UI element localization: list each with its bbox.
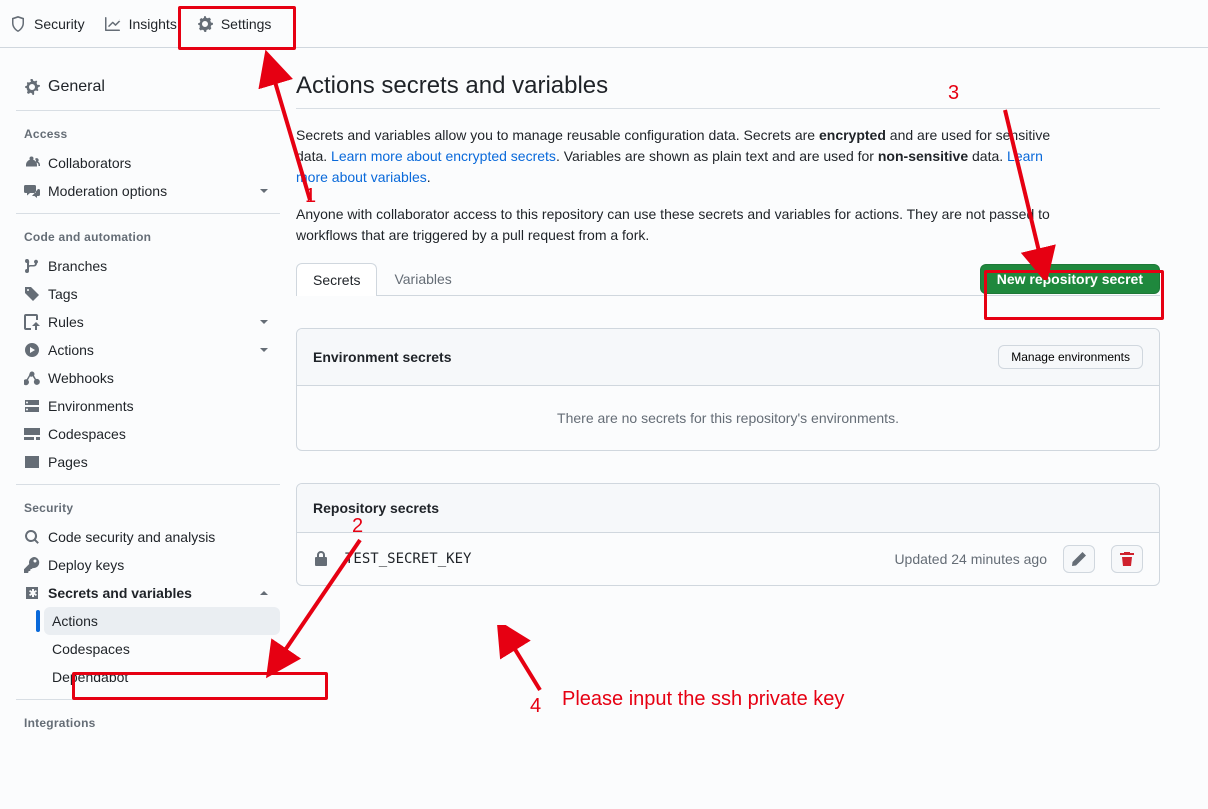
sidebar-general[interactable]: General [16, 72, 280, 102]
sidebar-group-access: Access [16, 111, 280, 149]
play-icon [24, 342, 40, 358]
tab-secrets[interactable]: Secrets [296, 263, 377, 296]
tag-icon [24, 286, 40, 302]
repository-secrets-panel: Repository secrets TEST_SECRET_KEY Updat… [296, 483, 1160, 586]
sidebar-secrets-variables[interactable]: Secrets and variables [16, 579, 280, 607]
sidebar-deploy-keys[interactable]: Deploy keys [16, 551, 280, 579]
secret-updated: Updated 24 minutes ago [894, 551, 1047, 567]
secrets-variables-tabs: Secrets Variables New repository secret [296, 262, 1160, 296]
tab-insights[interactable]: Insights [95, 0, 187, 48]
pencil-icon [1071, 551, 1087, 567]
manage-environments-button[interactable]: Manage environments [998, 345, 1143, 369]
sidebar-secrets-dependabot[interactable]: Dependabot [44, 663, 280, 691]
intro-paragraph-1: Secrets and variables allow you to manag… [296, 125, 1076, 188]
chevron-down-icon [256, 342, 272, 358]
repo-push-icon [24, 314, 40, 330]
sidebar-general-label: General [48, 78, 105, 96]
tab-variables[interactable]: Variables [377, 262, 468, 295]
repository-secrets-title: Repository secrets [313, 500, 439, 516]
sidebar-codespaces[interactable]: Codespaces [16, 420, 280, 448]
gear-icon [24, 79, 40, 95]
tab-insights-label: Insights [129, 16, 177, 32]
lock-icon [313, 551, 329, 567]
sidebar-webhooks[interactable]: Webhooks [16, 364, 280, 392]
tab-security[interactable]: Security [0, 0, 95, 48]
sidebar-group-security: Security [16, 485, 280, 523]
key-asterisk-icon [24, 585, 40, 601]
tab-settings[interactable]: Settings [187, 0, 282, 48]
sidebar-actions[interactable]: Actions [16, 336, 280, 364]
server-icon [24, 398, 40, 414]
tab-settings-label: Settings [221, 16, 272, 32]
repo-tab-bar: Security Insights Settings [0, 0, 1208, 48]
trash-icon [1119, 551, 1135, 567]
sidebar-secrets-codespaces[interactable]: Codespaces [44, 635, 280, 663]
edit-secret-button[interactable] [1063, 545, 1095, 573]
environment-secrets-title: Environment secrets [313, 349, 452, 365]
comment-discussion-icon [24, 183, 40, 199]
intro-paragraph-2: Anyone with collaborator access to this … [296, 204, 1076, 246]
webhook-icon [24, 370, 40, 386]
settings-sidebar: General Access Collaborators Moderation … [0, 48, 296, 738]
codespaces-icon [24, 426, 40, 442]
chevron-up-icon [256, 585, 272, 601]
chevron-down-icon [256, 314, 272, 330]
new-repository-secret-button[interactable]: New repository secret [980, 264, 1160, 294]
link-encrypted-secrets[interactable]: Learn more about encrypted secrets [331, 148, 556, 164]
browser-icon [24, 454, 40, 470]
git-branch-icon [24, 258, 40, 274]
environment-secrets-panel: Environment secrets Manage environments … [296, 328, 1160, 451]
secret-row: TEST_SECRET_KEY Updated 24 minutes ago [297, 533, 1159, 585]
sidebar-rules[interactable]: Rules [16, 308, 280, 336]
sidebar-group-code: Code and automation [16, 214, 280, 252]
sidebar-code-security[interactable]: Code security and analysis [16, 523, 280, 551]
key-icon [24, 557, 40, 573]
sidebar-pages[interactable]: Pages [16, 448, 280, 476]
delete-secret-button[interactable] [1111, 545, 1143, 573]
secret-name: TEST_SECRET_KEY [345, 551, 471, 567]
sidebar-moderation[interactable]: Moderation options [16, 177, 280, 205]
main-content: Actions secrets and variables Secrets an… [296, 48, 1208, 586]
tab-security-label: Security [34, 16, 85, 32]
chevron-down-icon [256, 183, 272, 199]
people-icon [24, 155, 40, 171]
codescan-icon [24, 529, 40, 545]
sidebar-tags[interactable]: Tags [16, 280, 280, 308]
sidebar-collaborators[interactable]: Collaborators [16, 149, 280, 177]
graph-icon [105, 16, 121, 32]
sidebar-environments[interactable]: Environments [16, 392, 280, 420]
sidebar-secrets-actions[interactable]: Actions [44, 607, 280, 635]
gear-icon [197, 16, 213, 32]
shield-icon [10, 16, 26, 32]
page-title: Actions secrets and variables [296, 72, 1160, 109]
sidebar-group-integrations: Integrations [16, 700, 280, 738]
environment-secrets-empty: There are no secrets for this repository… [297, 386, 1159, 450]
sidebar-branches[interactable]: Branches [16, 252, 280, 280]
